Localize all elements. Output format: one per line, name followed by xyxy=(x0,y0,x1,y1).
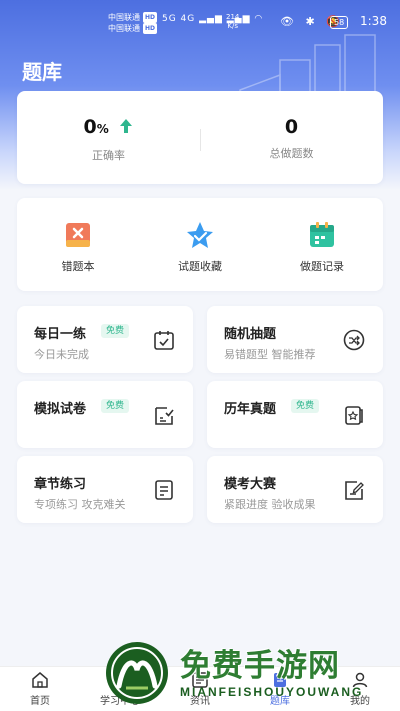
tile-subtitle: 今日未完成 xyxy=(34,348,89,361)
arrow-up-icon xyxy=(120,119,133,133)
accuracy-unit: % xyxy=(96,122,109,136)
favorites-label: 试题收藏 xyxy=(178,260,222,273)
stats-card: 0% 正确率 0 总做题数 xyxy=(17,91,383,184)
tile-title: 章节练习 xyxy=(34,477,87,492)
hd-badge: HD xyxy=(143,23,158,34)
paper-check-icon xyxy=(155,407,174,425)
free-badge: 免费 xyxy=(291,399,320,413)
network-speed: 214 K/s xyxy=(226,13,240,30)
tile-title: 模考大赛 xyxy=(224,477,277,492)
mock-exam-tile[interactable]: 模拟试卷 免费 xyxy=(17,381,193,448)
calendar-record-icon xyxy=(310,222,334,247)
tile-title: 历年真题 xyxy=(224,402,277,417)
carrier-2: 中国联通 xyxy=(108,24,140,33)
chapter-practice-tile[interactable]: 章节练习 专项练习 攻克难关 xyxy=(17,456,193,523)
page-title: 题库 xyxy=(22,60,62,84)
total-stat: 0 总做题数 xyxy=(200,115,383,161)
total-label: 总做题数 xyxy=(269,147,314,160)
accuracy-label: 正确率 xyxy=(92,149,125,162)
watermark-title: 免费手游网 xyxy=(180,648,340,684)
tile-title: 每日一练 xyxy=(34,327,87,342)
battery-icon: 58 xyxy=(330,16,349,29)
free-badge: 免费 xyxy=(101,399,130,413)
clock: 1:38 xyxy=(360,14,387,28)
calendar-check-icon xyxy=(154,331,174,350)
watermark-subtitle: MIANFEISHOUYOUWANG xyxy=(180,685,364,699)
wrong-book-button[interactable]: 错题本 xyxy=(17,220,139,274)
carrier-info: 中国联通 HD 中国联通 HD xyxy=(108,12,158,34)
record-label: 做题记录 xyxy=(300,260,344,273)
star-favorite-icon xyxy=(187,222,213,248)
tile-title: 模拟试卷 xyxy=(34,402,87,417)
random-questions-tile[interactable]: 随机抽题 易错题型 智能推荐 xyxy=(207,306,383,373)
mock-contest-tile[interactable]: 模考大赛 紧跟进度 验收成果 xyxy=(207,456,383,523)
past-exams-tile[interactable]: 历年真题 免费 xyxy=(207,381,383,448)
carrier-1: 中国联通 xyxy=(108,13,140,22)
edit-paper-icon xyxy=(345,481,364,500)
accuracy-value: 0 xyxy=(83,116,97,138)
document-icon xyxy=(155,480,173,500)
daily-practice-tile[interactable]: 每日一练 免费 今日未完成 xyxy=(17,306,193,373)
status-bar: 中国联通 HD 中国联通 HD 5G 4G ▂▄▆ ▂▄▆ ◠ 214 K/s 👁 … xyxy=(0,8,400,38)
tile-subtitle: 易错题型 智能推荐 xyxy=(224,348,316,361)
total-value: 0 xyxy=(284,116,299,138)
tile-title: 随机抽题 xyxy=(224,327,277,342)
wrong-book-label: 错题本 xyxy=(61,260,95,273)
record-button[interactable]: 做题记录 xyxy=(261,220,383,274)
favorites-button[interactable]: 试题收藏 xyxy=(139,220,261,274)
watermark-logo xyxy=(106,642,168,704)
wrong-book-icon xyxy=(66,223,90,247)
free-badge: 免费 xyxy=(101,324,130,338)
signal-icon: 5G 4G ▂▄▆ ▂▄▆ ◠ xyxy=(162,14,264,24)
tab-label: 首页 xyxy=(30,696,50,707)
tile-subtitle: 紧跟进度 验收成果 xyxy=(224,498,316,511)
accuracy-stat: 0% 正确率 xyxy=(17,115,200,163)
shuffle-icon xyxy=(343,329,365,351)
hd-badge: HD xyxy=(143,12,158,23)
home-icon xyxy=(32,672,48,688)
tools-card: 错题本 试题收藏 做题记录 xyxy=(17,198,383,291)
archive-star-icon xyxy=(345,406,363,425)
tab-home[interactable]: 首页 xyxy=(0,671,80,707)
tile-subtitle: 专项练习 攻克难关 xyxy=(34,498,126,511)
